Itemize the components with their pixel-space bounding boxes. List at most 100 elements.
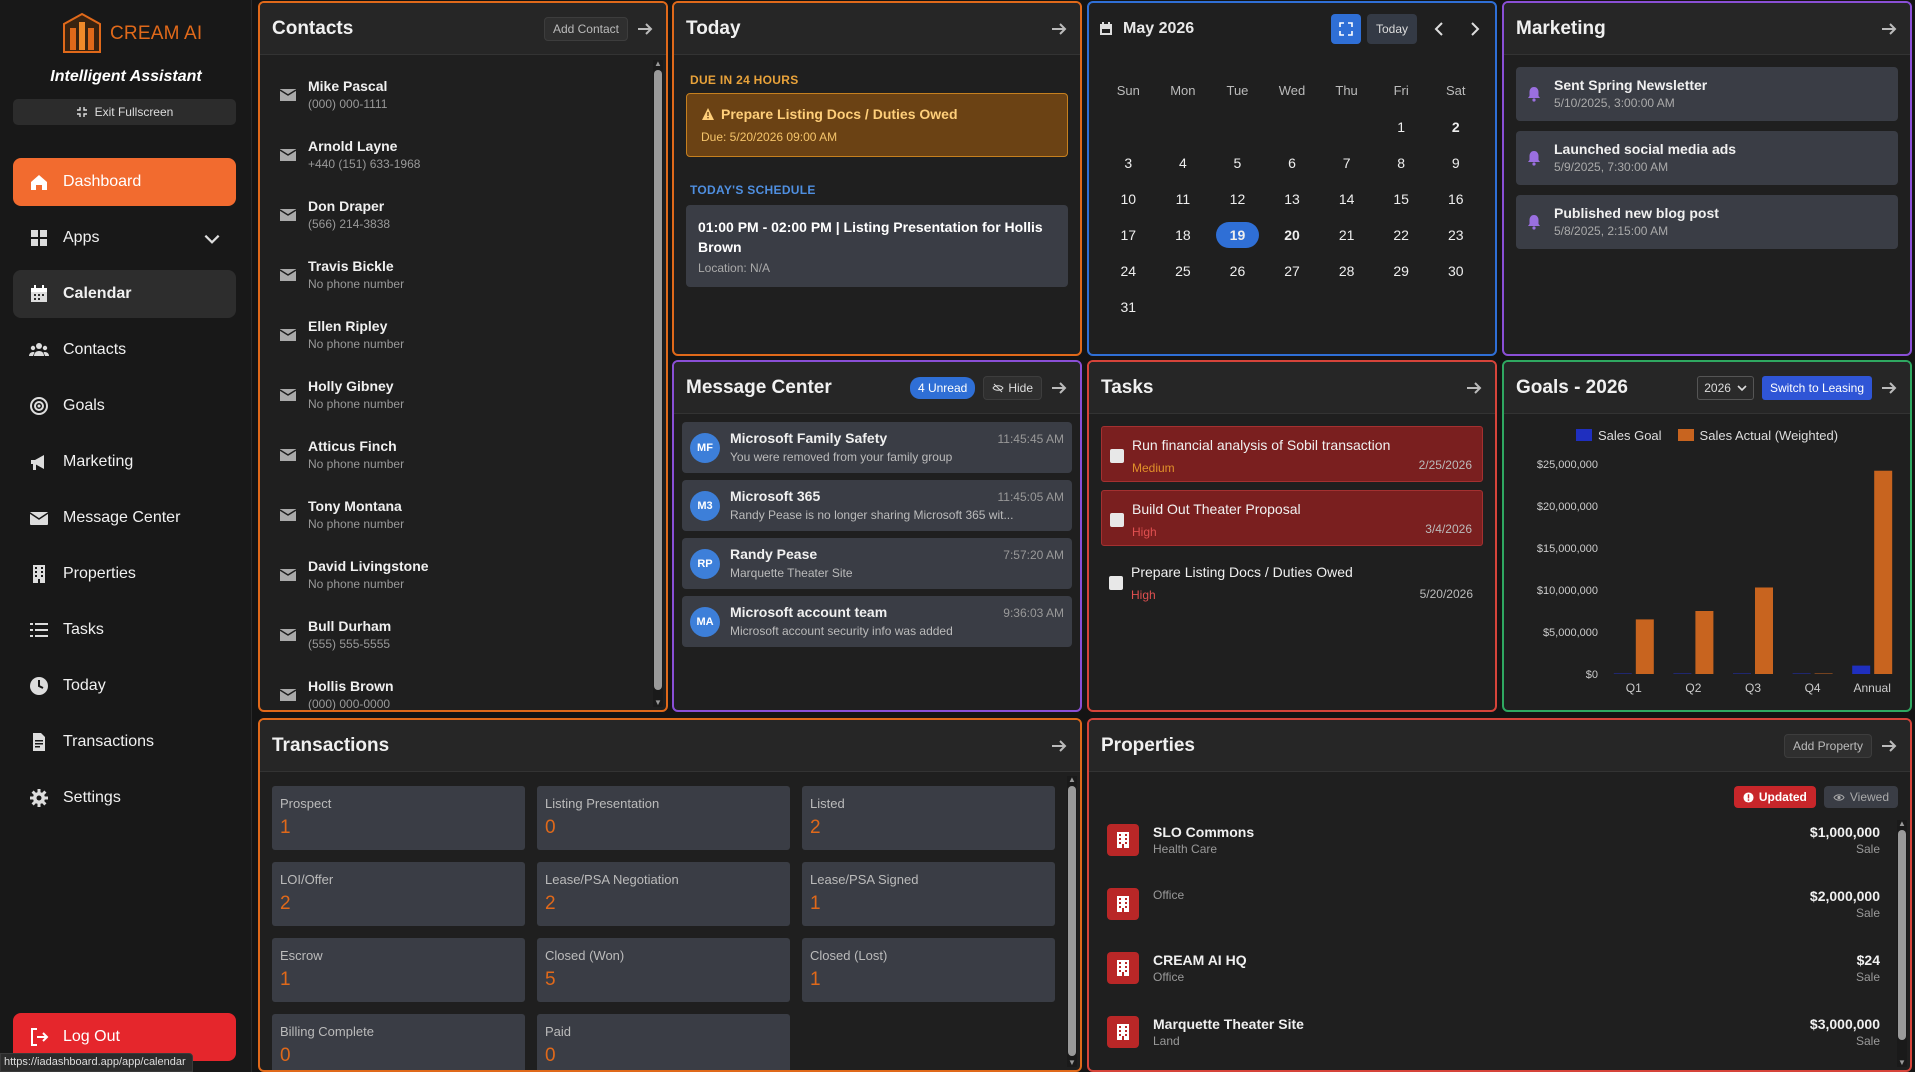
viewed-filter-button[interactable]: Viewed [1823,786,1898,808]
transaction-stage-card[interactable]: Closed (Lost) 1 [802,938,1055,1002]
nav-item-properties[interactable]: Properties [13,550,236,598]
calendar-day[interactable]: 16 [1428,185,1483,213]
calendar-day[interactable]: 11 [1156,185,1211,213]
nav-item-dashboard[interactable]: Dashboard [13,158,236,206]
calendar-day[interactable]: 28 [1319,257,1374,285]
contact-item[interactable]: Atticus Finch No phone number [280,426,652,486]
nav-item-message-center[interactable]: Message Center [13,494,236,542]
calendar-day[interactable]: 22 [1374,221,1429,249]
transaction-stage-card[interactable]: Paid 0 [537,1014,790,1070]
actual-bar[interactable] [1874,470,1893,674]
property-item[interactable]: CREAM AI HQ Office $24 Sale [1107,942,1880,998]
due-card[interactable]: Prepare Listing Docs / Duties Owed Due: … [686,93,1068,157]
transactions-scrollbar[interactable]: ▲ ▼ [1067,776,1077,1067]
calendar-day[interactable]: 18 [1156,221,1211,249]
add-property-button[interactable]: Add Property [1783,733,1872,758]
contact-item[interactable]: David Livingstone No phone number [280,546,652,606]
calendar-day[interactable]: 3 [1101,149,1156,177]
calendar-day[interactable]: 13 [1265,185,1320,213]
scroll-down-icon[interactable]: ▼ [1067,1059,1077,1067]
scroll-up-icon[interactable]: ▲ [1897,820,1907,828]
nav-item-apps[interactable]: Apps [13,214,236,262]
goal-bar[interactable] [1792,673,1811,675]
calendar-day[interactable]: 4 [1156,149,1211,177]
calendar-day[interactable]: 29 [1374,257,1429,285]
arrow-right-icon[interactable] [1050,20,1068,38]
task-item[interactable]: Prepare Listing Docs / Duties Owed High 5/… [1101,554,1483,610]
switch-to-leasing-button[interactable]: Switch to Leasing [1761,375,1872,400]
calendar-day[interactable]: 9 [1428,149,1483,177]
goal-bar[interactable] [1673,673,1692,675]
transaction-stage-card[interactable]: Closed (Won) 5 [537,938,790,1002]
calendar-day[interactable]: 15 [1374,185,1429,213]
actual-bar[interactable] [1695,611,1714,674]
nav-item-settings[interactable]: Settings [13,774,236,822]
properties-scrollbar[interactable]: ▲ ▼ [1897,820,1907,1067]
nav-item-goals[interactable]: Goals [13,382,236,430]
calendar-day[interactable]: 2 [1428,113,1483,141]
goal-bar[interactable] [1613,673,1632,675]
goal-bar[interactable] [1852,665,1871,674]
contact-item[interactable]: Don Draper (566) 214-3838 [280,186,652,246]
marketing-item[interactable]: Sent Spring Newsletter 5/10/2025, 3:00:00… [1516,67,1898,121]
contact-item[interactable]: Mike Pascal (000) 000-1111 [280,66,652,126]
calendar-day[interactable]: 1 [1374,113,1429,141]
calendar-day[interactable]: 21 [1319,221,1374,249]
nav-item-marketing[interactable]: Marketing [13,438,236,486]
arrow-right-icon[interactable] [1880,737,1898,755]
goal-bar[interactable] [1733,673,1751,675]
legend-item-actual[interactable]: Sales Actual (Weighted) [1677,428,1838,443]
actual-bar[interactable] [1635,619,1654,674]
nav-item-today[interactable]: Today [13,662,236,710]
calendar-day[interactable]: 25 [1156,257,1211,285]
exit-fullscreen-button[interactable]: Exit Fullscreen [13,99,236,125]
year-select[interactable]: 2026 [1697,375,1754,400]
nav-item-transactions[interactable]: Transactions [13,718,236,766]
property-item[interactable]: Office $2,000,000 Sale [1107,878,1880,934]
scroll-up-icon[interactable]: ▲ [1067,776,1077,784]
message-item[interactable]: MA Microsoft account team Microsoft accoun… [682,596,1072,647]
today-button[interactable]: Today [1366,14,1417,44]
updated-filter-button[interactable]: Updated [1733,786,1816,808]
calendar-day[interactable]: 12 [1210,185,1265,213]
transaction-stage-card[interactable]: Billing Complete 0 [272,1014,525,1070]
calendar-day[interactable]: 26 [1210,257,1265,285]
brand[interactable]: CREAM AI [60,12,202,56]
property-item[interactable]: Marquette Theater Site Land $3,000,000 Sale [1107,1006,1880,1062]
chevron-left-icon[interactable] [1429,19,1449,39]
calendar-day[interactable]: 14 [1319,185,1374,213]
task-checkbox[interactable] [1110,513,1124,527]
calendar-day[interactable]: 8 [1374,149,1429,177]
transaction-stage-card[interactable]: LOI/Offer 2 [272,862,525,926]
hide-button[interactable]: Hide [983,375,1042,400]
expand-button[interactable] [1330,14,1361,44]
arrow-right-icon[interactable] [636,20,654,38]
task-checkbox[interactable] [1110,449,1124,463]
scroll-thumb[interactable] [654,70,662,690]
contact-item[interactable]: Holly Gibney No phone number [280,366,652,426]
chevron-right-icon[interactable] [1465,19,1485,39]
arrow-right-icon[interactable] [1050,379,1068,397]
marketing-item[interactable]: Launched social media ads 5/9/2025, 7:30:… [1516,131,1898,185]
actual-bar[interactable] [1755,587,1773,674]
calendar-day[interactable]: 7 [1319,149,1374,177]
task-item[interactable]: Build Out Theater Proposal High 3/4/2026 [1101,490,1483,546]
contact-item[interactable]: Ellen Ripley No phone number [280,306,652,366]
task-checkbox[interactable] [1109,576,1123,590]
contact-item[interactable]: Bull Durham (555) 555-5555 [280,606,652,666]
scroll-down-icon[interactable]: ▼ [1897,1059,1907,1067]
scroll-up-icon[interactable]: ▲ [653,60,663,68]
unread-badge[interactable]: 4 Unread [909,376,976,399]
contact-item[interactable]: Tony Montana No phone number [280,486,652,546]
actual-bar[interactable] [1814,673,1833,675]
task-item[interactable]: Run financial analysis of Sobil transact… [1101,426,1483,482]
property-item[interactable]: SLO Commons Health Care $1,000,000 Sale [1107,814,1880,870]
calendar-day[interactable]: 17 [1101,221,1156,249]
transaction-stage-card[interactable]: Prospect 1 [272,786,525,850]
calendar-day[interactable]: 27 [1265,257,1320,285]
scroll-thumb[interactable] [1898,830,1906,1040]
calendar-day[interactable]: 31 [1101,293,1156,321]
transaction-stage-card[interactable]: Lease/PSA Signed 1 [802,862,1055,926]
calendar-day[interactable]: 23 [1428,221,1483,249]
contacts-scrollbar[interactable]: ▲ ▼ [653,60,663,707]
